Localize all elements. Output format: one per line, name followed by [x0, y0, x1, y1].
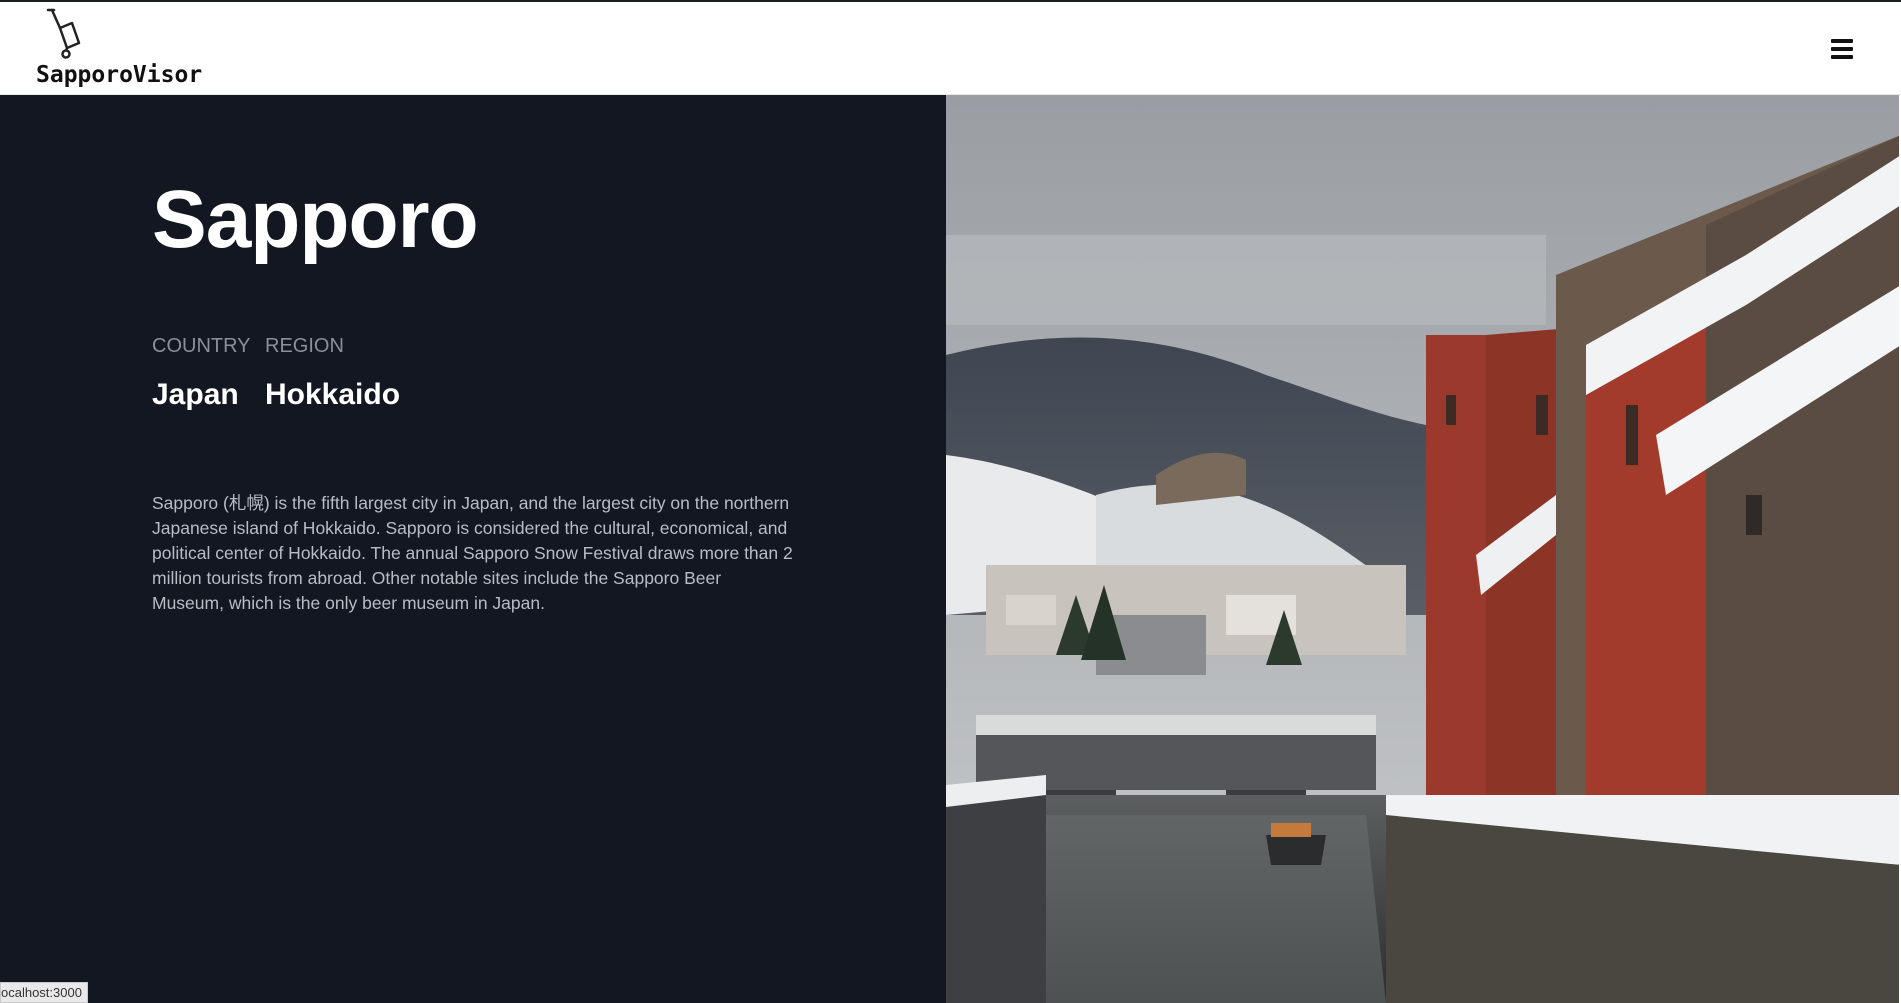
brand-name: SapporoVisor [36, 62, 203, 88]
country-label: COUNTRY [152, 335, 251, 357]
country-value: Japan [152, 378, 239, 411]
country-block: COUNTRY Japan [152, 335, 251, 412]
city-info-panel: Sapporo COUNTRY Japan REGION Hokkaido Sa… [0, 95, 946, 1003]
city-description: Sapporo (札幌) is the fifth largest city i… [152, 493, 793, 613]
city-title: Sapporo [152, 174, 479, 265]
region-label: REGION [265, 335, 344, 357]
top-navbar: SapporoVisor [0, 2, 1901, 95]
region-block: REGION Hokkaido [265, 335, 400, 412]
browser-status-bar: ocalhost:3000 [0, 982, 88, 1003]
otaru-canal-image [946, 95, 1901, 1003]
city-hero-photo [946, 95, 1901, 1003]
region-value: Hokkaido [265, 378, 401, 411]
hamburger-menu-icon[interactable] [1828, 37, 1856, 61]
luggage-cart-icon [46, 8, 81, 59]
